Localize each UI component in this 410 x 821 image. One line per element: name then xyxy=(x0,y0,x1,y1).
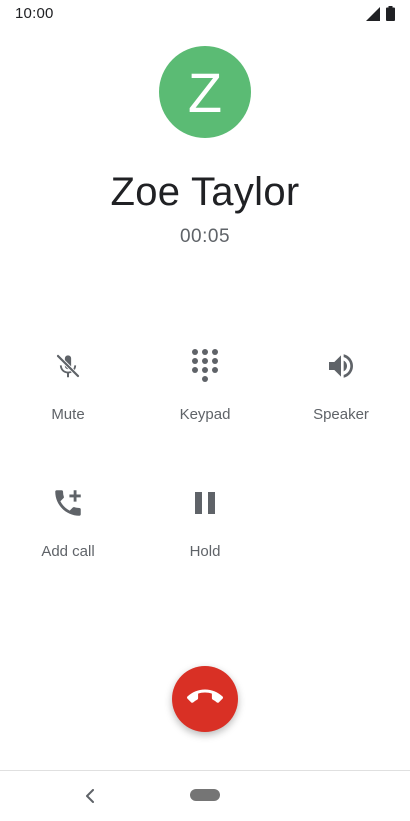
keypad-label: Keypad xyxy=(179,406,231,423)
status-bar: 10:00 xyxy=(0,0,410,28)
cell-signal-icon xyxy=(366,7,380,26)
speaker-icon xyxy=(317,342,365,390)
add-call-label: Add call xyxy=(41,543,95,560)
hold-button[interactable]: Hold xyxy=(140,479,270,579)
battery-icon xyxy=(386,6,395,26)
home-pill-icon[interactable] xyxy=(190,789,220,801)
mute-label: Mute xyxy=(51,406,85,423)
mute-button[interactable]: Mute xyxy=(3,342,133,442)
status-time: 10:00 xyxy=(15,5,54,22)
dialpad-icon xyxy=(181,342,229,390)
pause-icon xyxy=(181,479,229,527)
hold-label: Hold xyxy=(189,543,221,560)
avatar-initial: Z xyxy=(187,60,223,124)
mic-off-icon xyxy=(44,342,92,390)
call-timer: 00:05 xyxy=(179,226,231,247)
call-end-icon xyxy=(186,679,223,720)
add-call-button[interactable]: Add call xyxy=(3,479,133,579)
speaker-label: Speaker xyxy=(313,406,369,423)
speaker-button[interactable]: Speaker xyxy=(276,342,406,442)
back-chevron-icon[interactable] xyxy=(80,785,100,807)
status-icons xyxy=(366,6,395,26)
add-call-icon xyxy=(44,479,92,527)
end-call-button[interactable] xyxy=(172,666,238,732)
keypad-button[interactable]: Keypad xyxy=(140,342,270,442)
contact-avatar: Z xyxy=(159,46,251,138)
navigation-bar xyxy=(0,770,410,821)
contact-name: Zoe Taylor xyxy=(110,170,300,214)
